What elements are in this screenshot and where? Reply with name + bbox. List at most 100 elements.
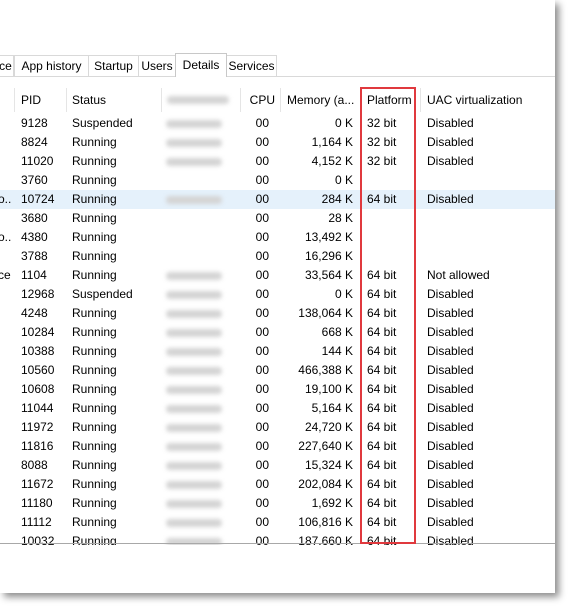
- cell-platform: [367, 228, 417, 247]
- tab-label: Startup: [94, 59, 133, 73]
- cell-uac-virtualization: Disabled: [427, 363, 474, 377]
- cell-user-name-redacted: [166, 500, 222, 508]
- table-row[interactable]: 12968 Suspended 00 0 K 64 bit Disabled: [0, 285, 555, 304]
- cell-platform: 64 bit: [367, 192, 397, 206]
- cell-user-name-redacted: [166, 348, 222, 356]
- cell-user-name-redacted: [166, 196, 222, 204]
- table-row[interactable]: 11044 Running 00 5,164 K 64 bit Disabled: [0, 399, 555, 418]
- cell-cpu: 00: [255, 458, 269, 472]
- table-row[interactable]: ce 1104 Running 00 33,564 K 64 bit Not allowed: [0, 266, 555, 285]
- tab-details[interactable]: Details: [175, 53, 227, 77]
- cell-pid: 3760: [21, 173, 48, 187]
- cell-cpu: 00: [255, 268, 269, 282]
- column-divider[interactable]: [161, 88, 162, 112]
- cell-uac-virtualization: [427, 171, 552, 190]
- cell-status: Suspended: [72, 116, 133, 130]
- table-row[interactable]: 10388 Running 00 144 K 64 bit Disabled: [0, 342, 555, 361]
- column-divider[interactable]: [420, 88, 421, 112]
- column-header-user-name-redacted[interactable]: [167, 96, 229, 104]
- cell-pid: 1104: [21, 268, 47, 282]
- cell-cpu: 00: [255, 420, 269, 434]
- tab-performance[interactable]: ce: [0, 55, 14, 76]
- cell-cpu: 00: [255, 496, 269, 510]
- table-row[interactable]: o... 4380 Running 00 13,492 K: [0, 228, 555, 247]
- cell-uac-virtualization: Disabled: [427, 154, 474, 168]
- cell-uac-virtualization: Disabled: [427, 192, 474, 206]
- cell-platform: 64 bit: [367, 401, 397, 415]
- table-row[interactable]: 10560 Running 00 466,388 K 64 bit Disabled: [0, 361, 555, 380]
- table-row[interactable]: 10284 Running 00 668 K 64 bit Disabled: [0, 323, 555, 342]
- cell-memory: 0 K: [334, 116, 353, 130]
- column-header-uac-virtualization[interactable]: UAC virtualization: [427, 88, 522, 112]
- cell-name: [0, 456, 12, 475]
- tab-label: Users: [141, 59, 173, 73]
- cell-cpu: 00: [255, 211, 269, 225]
- cell-platform: 64 bit: [367, 458, 397, 472]
- table-row[interactable]: 8824 Running 00 1,164 K 32 bit Disabled: [0, 133, 555, 152]
- column-header-cpu[interactable]: CPU: [241, 88, 275, 112]
- cell-platform: 64 bit: [367, 420, 397, 434]
- cell-pid: 3680: [21, 211, 48, 225]
- cell-user-name-redacted: [166, 291, 222, 299]
- cell-status: Running: [72, 268, 117, 282]
- table-row[interactable]: 9128 Suspended 00 0 K 32 bit Disabled: [0, 114, 555, 133]
- cell-name: o...: [0, 230, 12, 244]
- table-row[interactable]: o... 10724 Running 00 284 K 64 bit Disabled: [0, 190, 555, 209]
- cell-uac-virtualization: Not allowed: [427, 268, 490, 282]
- tab-services[interactable]: Services: [226, 55, 277, 76]
- cell-memory: 5,164 K: [311, 401, 353, 415]
- table-row[interactable]: 11972 Running 00 24,720 K 64 bit Disabled: [0, 418, 555, 437]
- table-row[interactable]: 11020 Running 00 4,152 K 32 bit Disabled: [0, 152, 555, 171]
- cell-name: [0, 399, 12, 418]
- cell-pid: 10608: [21, 382, 55, 396]
- column-divider[interactable]: [280, 88, 281, 112]
- cell-cpu: 00: [255, 515, 269, 529]
- cell-memory: 144 K: [321, 344, 353, 358]
- cell-cpu: 00: [255, 306, 269, 320]
- tab-startup[interactable]: Startup: [88, 55, 139, 76]
- cell-name: o...: [0, 192, 12, 206]
- cell-uac-virtualization: Disabled: [427, 135, 474, 149]
- cell-status: Running: [72, 325, 117, 339]
- cell-cpu: 00: [255, 230, 269, 244]
- table-row[interactable]: 8088 Running 00 15,324 K 64 bit Disabled: [0, 456, 555, 475]
- cell-name: [0, 361, 12, 380]
- cell-name: [0, 513, 12, 532]
- column-header-memory[interactable]: Memory (a...: [287, 88, 354, 112]
- table-row[interactable]: 3788 Running 00 16,296 K: [0, 247, 555, 266]
- cell-memory: 0 K: [334, 173, 353, 187]
- column-header-status[interactable]: Status: [72, 88, 106, 112]
- cell-memory: 28 K: [328, 211, 353, 225]
- cell-status: Running: [72, 401, 117, 415]
- cell-uac-virtualization: Disabled: [427, 325, 474, 339]
- table-row[interactable]: 11816 Running 00 227,640 K 64 bit Disabled: [0, 437, 555, 456]
- cell-memory: 4,152 K: [311, 154, 353, 168]
- table-row[interactable]: 11180 Running 00 1,692 K 64 bit Disabled: [0, 494, 555, 513]
- cell-platform: [367, 209, 417, 228]
- table-row[interactable]: 11672 Running 00 202,084 K 64 bit Disabled: [0, 475, 555, 494]
- column-header-pid[interactable]: PID: [21, 88, 41, 112]
- table-row[interactable]: 4248 Running 00 138,064 K 64 bit Disabled: [0, 304, 555, 323]
- column-header-row: PID Status CPU Memory (a... Platform UAC…: [0, 88, 555, 112]
- tab-users[interactable]: Users: [138, 55, 176, 76]
- table-row[interactable]: 10608 Running 00 19,100 K 64 bit Disabled: [0, 380, 555, 399]
- table-row[interactable]: 3760 Running 00 0 K: [0, 171, 555, 190]
- column-divider[interactable]: [66, 88, 67, 112]
- cell-status: Running: [72, 477, 117, 491]
- column-divider[interactable]: [14, 88, 15, 112]
- cell-status: Running: [72, 173, 117, 187]
- column-header-platform[interactable]: Platform: [367, 88, 412, 112]
- tab-app-history[interactable]: App history: [14, 55, 89, 76]
- column-divider[interactable]: [360, 88, 361, 112]
- cell-cpu: 00: [255, 249, 269, 263]
- cell-uac-virtualization: Disabled: [427, 401, 474, 415]
- table-row[interactable]: 11112 Running 00 106,816 K 64 bit Disabled: [0, 513, 555, 532]
- table-row[interactable]: 3680 Running 00 28 K: [0, 209, 555, 228]
- cell-user-name-redacted: [166, 462, 222, 470]
- cell-name: [0, 133, 12, 152]
- cell-cpu: 00: [255, 439, 269, 453]
- cell-uac-virtualization: Disabled: [427, 515, 474, 529]
- cell-name: ce: [0, 268, 11, 282]
- cell-name: [0, 209, 12, 228]
- cell-name: [0, 342, 12, 361]
